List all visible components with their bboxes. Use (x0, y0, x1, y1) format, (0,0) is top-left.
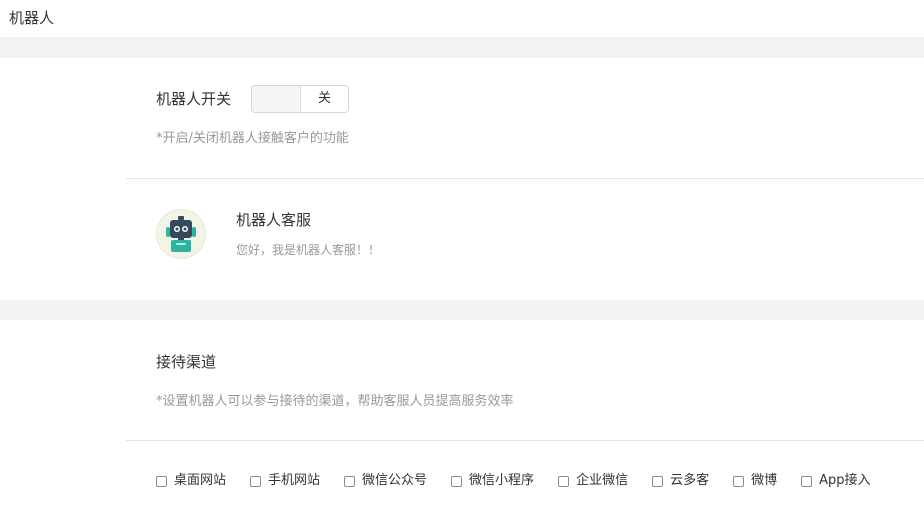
robot-icon (166, 216, 196, 252)
checkbox[interactable] (652, 475, 664, 487)
checkbox[interactable] (451, 475, 463, 487)
robot-avatar (156, 209, 206, 259)
channels-section-description: *设置机器人可以参与接待的渠道，帮助客服人员提高服务效率 (156, 394, 514, 409)
channel-option-wecom[interactable]: 企业微信 (558, 472, 628, 490)
toggle-state-label: 关 (317, 91, 331, 106)
channel-option-yunduoke[interactable]: 云多客 (652, 472, 709, 490)
channel-label: 企业微信 (576, 473, 629, 488)
channel-label: App接入 (819, 473, 871, 488)
page-title: 机器人 (9, 9, 55, 27)
channel-option-desktop-site[interactable]: 桌面网站 (156, 472, 226, 490)
checkbox[interactable] (733, 475, 745, 487)
toggle-knob (252, 86, 301, 112)
section-separator (0, 37, 924, 58)
checkbox[interactable] (156, 475, 167, 487)
channel-label: 桌面网站 (174, 473, 227, 488)
channels-section-title: 接待渠道 (156, 353, 217, 371)
channel-label: 云多客 (670, 473, 710, 488)
channel-label: 微博 (751, 473, 778, 488)
channel-option-weibo[interactable]: 微博 (733, 472, 777, 490)
channel-option-wechat-official[interactable]: 微信公众号 (344, 472, 427, 490)
divider (126, 440, 924, 441)
channel-option-wechat-miniprogram[interactable]: 微信小程序 (451, 472, 534, 490)
robot-switch-description: *开启/关闭机器人接触客户的功能 (156, 131, 349, 146)
robot-switch-label: 机器人开关 (156, 90, 232, 108)
channel-label: 手机网站 (268, 473, 321, 488)
robot-greeting: 您好，我是机器人客服！！ (236, 243, 381, 257)
section-separator (0, 300, 924, 320)
robot-switch-toggle[interactable]: 关 (251, 85, 349, 113)
divider (126, 178, 924, 179)
channel-label: 微信小程序 (469, 473, 535, 488)
channel-option-mobile-site[interactable]: 手机网站 (250, 472, 320, 490)
checkbox[interactable] (250, 475, 262, 487)
checkbox[interactable] (801, 475, 813, 487)
robot-name: 机器人客服 (236, 211, 312, 229)
channel-label: 微信公众号 (362, 473, 428, 488)
robot-settings-page: 机器人 机器人开关 关 *开启/关闭机器人接触客户的功能 机器人客服 您好，我是… (0, 0, 924, 507)
checkbox[interactable] (344, 475, 356, 487)
checkbox[interactable] (558, 475, 570, 487)
channel-checkbox-group: 桌面网站 手机网站 微信公众号 微信小程序 企业微信 云多客 微博 App接入 (156, 471, 871, 491)
channel-option-app[interactable]: App接入 (801, 472, 871, 490)
